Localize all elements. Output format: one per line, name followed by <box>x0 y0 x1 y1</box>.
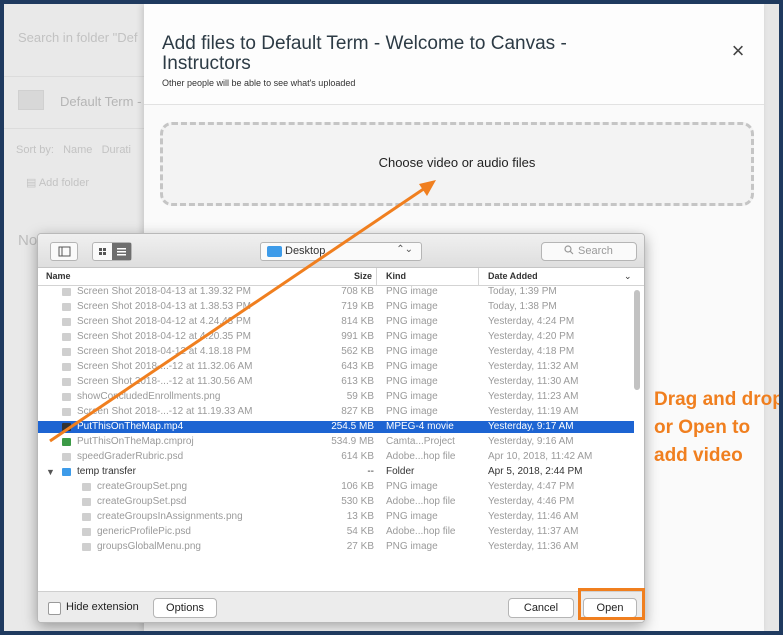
screenshot-frame: Search in folder "Def Default Term - Sor… <box>4 4 779 631</box>
annotation-callout: Drag and drop or Open to add video <box>654 389 779 466</box>
drag-arrow-icon <box>49 180 436 443</box>
